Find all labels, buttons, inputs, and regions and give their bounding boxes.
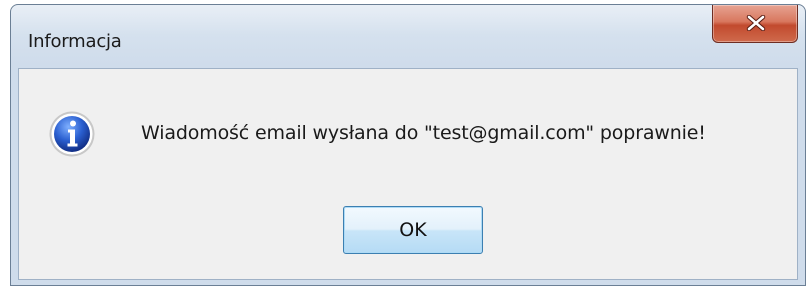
dialog-message: Wiadomość email wysłana do "test@gmail.c… (141, 122, 706, 144)
info-icon (49, 111, 95, 157)
title-bar[interactable]: Informacja (11, 5, 805, 67)
dialog-title: Informacja (28, 31, 122, 52)
close-button[interactable] (712, 5, 798, 43)
ok-button[interactable]: OK (343, 206, 483, 254)
close-icon (746, 15, 766, 31)
dialog-body: Wiadomość email wysłana do "test@gmail.c… (18, 68, 798, 280)
message-dialog: Informacja Wiadomość email wysłana do "t… (10, 4, 806, 286)
